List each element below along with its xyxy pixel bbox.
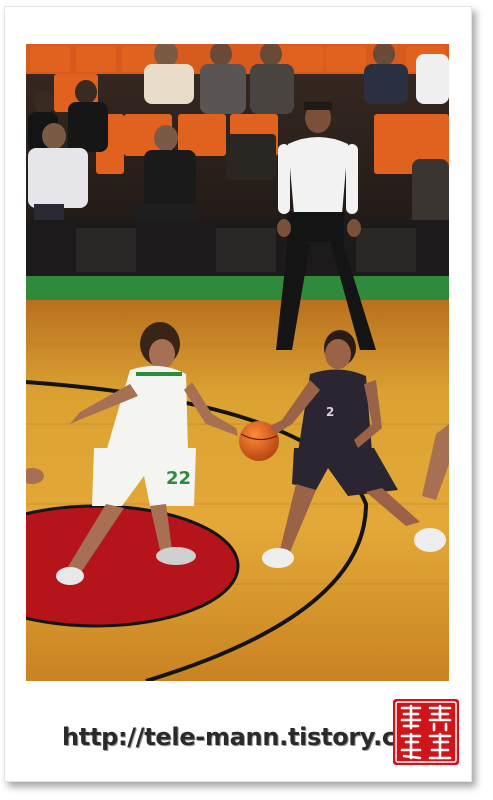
white-shorts-number: 22 xyxy=(166,468,191,489)
red-seal-stamp xyxy=(393,699,459,765)
dark-jersey-number: 2 xyxy=(326,405,334,419)
sideline xyxy=(26,276,449,300)
watermark-url: http://tele-mann.tistory.com xyxy=(62,723,437,751)
basketball-photo: 22 2 xyxy=(26,44,449,681)
